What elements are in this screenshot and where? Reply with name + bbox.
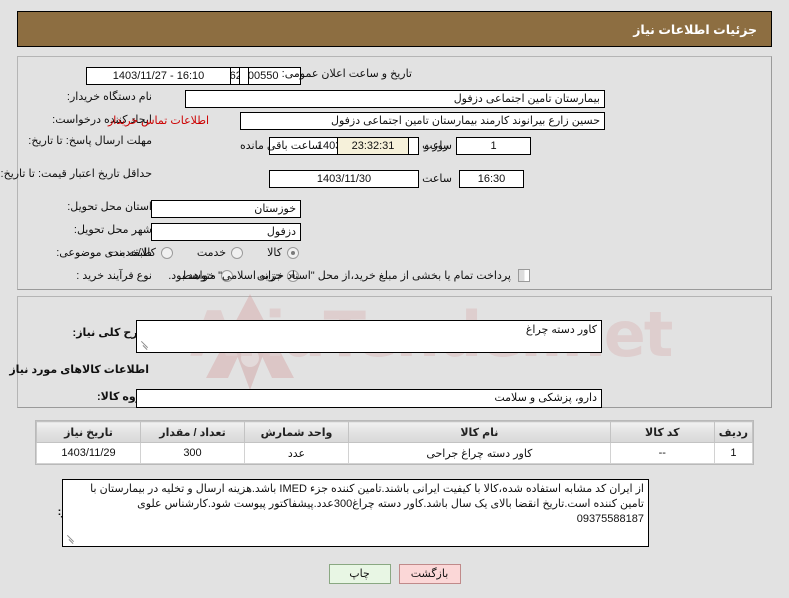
price-validity-time: 16:30 bbox=[459, 170, 524, 188]
goods-group-value[interactable]: دارو، پزشکی و سلامت bbox=[136, 389, 602, 408]
action-button-bar: بازگشت چاپ bbox=[0, 564, 789, 584]
radio-label-kala-khedmat: کالا/خدمت bbox=[108, 247, 156, 259]
cell-name: کاور دسته چراغ جراحی bbox=[348, 442, 611, 464]
col-quantity: تعداد / مقدار bbox=[140, 421, 245, 443]
table-header-row: ردیف کد کالا نام کالا واحد شمارش تعداد /… bbox=[36, 421, 754, 443]
delivery-city-value: دزفول bbox=[151, 223, 301, 241]
resize-grip-icon[interactable] bbox=[139, 340, 150, 351]
price-validity-label: حداقل تاریخ اعتبار قیمت: تا تاریخ: bbox=[0, 168, 152, 180]
buyer-org-row: نام دستگاه خریدار: bbox=[67, 91, 152, 104]
remaining-days-value: 1 bbox=[456, 137, 531, 155]
spacer-a bbox=[239, 67, 249, 85]
purchase-process-label: نوع فرآیند خرید : bbox=[76, 270, 152, 282]
radio-icon-kala[interactable] bbox=[287, 246, 299, 259]
response-deadline-label: مهلت ارسال پاسخ: تا تاریخ: bbox=[28, 135, 152, 147]
delivery-province-value: خوزستان bbox=[151, 200, 301, 218]
radio-label-kala: کالا bbox=[267, 247, 282, 259]
radio-icon-kala-khedmat[interactable] bbox=[160, 246, 173, 259]
delivery-city-row: شهر محل تحویل: bbox=[74, 224, 152, 237]
treasury-note-row[interactable]: پرداخت تمام یا بخشی از مبلغ خرید،از محل … bbox=[168, 269, 530, 282]
radio-label-khedmat: خدمت bbox=[196, 247, 227, 259]
buyer-contact-link[interactable]: اطلاعات تماس خریدار bbox=[108, 114, 209, 127]
goods-table-wrapper: ردیف کد کالا نام کالا واحد شمارش تعداد /… bbox=[35, 420, 754, 465]
radio-option-khedmat[interactable]: خدمت bbox=[196, 246, 244, 259]
response-deadline-row: مهلت ارسال پاسخ: تا تاریخ: bbox=[28, 135, 152, 148]
purchase-process-row: نوع فرآیند خرید : bbox=[76, 270, 152, 283]
cell-quantity: 300 bbox=[140, 442, 245, 464]
requester-value: حسین زارع بیرانوند کارمند بیمارستان تامی… bbox=[240, 112, 605, 130]
need-summary-textarea[interactable]: کاور دسته چراغ bbox=[136, 320, 602, 353]
announce-datetime-label: تاریخ و ساعت اعلان عمومی: bbox=[281, 68, 412, 80]
back-button[interactable]: بازگشت bbox=[398, 564, 461, 584]
page-root: جزئیات اطلاعات نیاز شماره نیاز: 11030958… bbox=[0, 0, 789, 598]
buyer-org-value: بیمارستان تامین اجتماعی دزفول bbox=[185, 90, 605, 108]
cell-need-date: 1403/11/29 bbox=[36, 442, 141, 464]
cell-index: 1 bbox=[713, 442, 754, 464]
cell-unit: عدد bbox=[244, 442, 349, 464]
delivery-province-row: استان محل تحویل: bbox=[67, 201, 152, 214]
radio-icon-khedmat[interactable] bbox=[231, 246, 244, 259]
delivery-province-label: استان محل تحویل: bbox=[67, 201, 152, 213]
price-validity-hour-label: ساعت bbox=[422, 173, 452, 185]
treasury-note-checkbox[interactable] bbox=[518, 269, 530, 282]
delivery-city-label: شهر محل تحویل: bbox=[73, 224, 152, 236]
announce-datetime-value: 16:10 - 1403/11/27 bbox=[86, 67, 231, 85]
page-header: جزئیات اطلاعات نیاز bbox=[17, 11, 772, 47]
remaining-days-label: روز و bbox=[424, 140, 449, 152]
buyer-notes-textarea[interactable]: از ایران کد مشابه استفاده شده،کالا با کی… bbox=[62, 479, 649, 547]
radio-option-kala-khedmat[interactable]: کالا/خدمت bbox=[109, 246, 173, 259]
cell-code: -- bbox=[609, 442, 715, 464]
col-index: ردیف bbox=[713, 421, 754, 443]
treasury-note-label: پرداخت تمام یا بخشی از مبلغ خرید،از محل … bbox=[168, 270, 511, 282]
subject-category-options: کالا خدمت کالا/خدمت bbox=[109, 246, 299, 259]
buyer-notes-value: از ایران کد مشابه استفاده شده،کالا با کی… bbox=[90, 483, 644, 525]
countdown-value: 23:32:31 bbox=[337, 137, 409, 155]
buyer-org-label: نام دستگاه خریدار: bbox=[66, 91, 152, 103]
col-unit: واحد شمارش bbox=[244, 421, 349, 443]
radio-option-kala[interactable]: کالا bbox=[267, 246, 299, 259]
print-button[interactable]: چاپ bbox=[328, 564, 391, 584]
page-title: جزئیات اطلاعات نیاز bbox=[633, 22, 757, 37]
col-need-date: تاریخ نیاز bbox=[36, 421, 141, 443]
need-summary-value: کاور دسته چراغ bbox=[525, 324, 597, 336]
goods-table: ردیف کد کالا نام کالا واحد شمارش تعداد /… bbox=[36, 421, 754, 464]
countdown-label: ساعت باقی مانده bbox=[240, 140, 321, 152]
resize-grip-icon-notes[interactable] bbox=[65, 534, 76, 545]
price-validity-row: حداقل تاریخ اعتبار قیمت: تا تاریخ: bbox=[0, 168, 152, 181]
announce-datetime-row: تاریخ و ساعت اعلان عمومی: bbox=[282, 68, 412, 81]
goods-section-heading: اطلاعات کالاهای مورد نیاز bbox=[9, 364, 149, 376]
table-row: 1 -- کاور دسته چراغ جراحی عدد 300 1403/1… bbox=[36, 442, 754, 464]
col-name: نام کالا bbox=[348, 421, 611, 443]
price-validity-date: 1403/11/30 bbox=[269, 170, 419, 188]
col-code: کد کالا bbox=[609, 421, 715, 443]
